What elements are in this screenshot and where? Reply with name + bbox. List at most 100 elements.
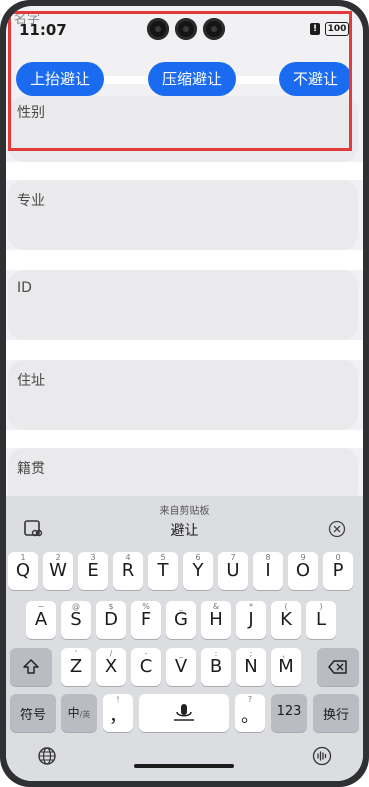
key-main: U [226,560,240,581]
key-l[interactable]: ) L [306,601,336,639]
space-key[interactable] [139,694,229,732]
field-label: 性别 [17,105,45,121]
clipboard-crop-icon[interactable] [23,519,43,539]
alert-icon: ! [310,23,320,35]
lang-sub: /英 [79,710,91,719]
raise-avoid-button[interactable]: 上抬避让 [16,62,104,96]
key-t[interactable]: 5T [148,552,178,590]
key-p[interactable]: 0P [323,552,353,590]
key-r[interactable]: 4R [113,552,143,590]
lang-main: 中 [67,706,80,720]
key-main: G [174,609,188,630]
key-main: D [104,609,118,630]
language-key[interactable]: 中/英 [61,694,97,732]
key-o[interactable]: 9O [288,552,318,590]
shift-icon [23,659,39,674]
field-label: ID [17,280,32,296]
key-g[interactable]: _ G [166,601,196,639]
key-w[interactable]: 2W [43,552,73,590]
clipboard-suggestion[interactable]: 避让 [6,520,363,540]
avoid-mode-toolbar: 上抬避让 压缩避让 不避让 [6,62,363,98]
field-label: 住址 [17,373,45,389]
compress-avoid-button[interactable]: 压缩避让 [148,62,236,96]
key-main: W [49,560,67,581]
key-n[interactable]: ; N [236,648,266,686]
field-gap [6,430,363,448]
key-a[interactable]: ~ A [26,601,56,639]
home-indicator[interactable] [134,764,234,768]
numbers-key[interactable]: 123 [271,694,307,732]
shift-key[interactable] [10,648,52,686]
key-z[interactable]: ' Z [61,648,91,686]
key-main: I [265,560,271,581]
camera-dot-icon [203,18,225,40]
backspace-key[interactable] [317,648,359,686]
field-gap [6,340,363,360]
key-f[interactable]: % F [131,601,161,639]
field-gap [6,162,363,180]
key-main: Q [15,560,31,581]
key-q[interactable]: 1Q [8,552,38,590]
key-d[interactable]: $ D [96,601,126,639]
screen: 名字 11:07 ! 100 上抬避让 压缩避让 不避让 性别 专业 ID 住址… [6,6,363,781]
key-j[interactable]: * J [236,601,266,639]
microphone-icon [174,704,194,721]
field-gender[interactable]: 性别 [8,96,358,162]
key-c[interactable]: -C [131,648,161,686]
no-avoid-button[interactable]: 不避让 [279,62,352,96]
key-label: 123 [276,704,302,719]
key-main: Y [192,560,204,581]
voice-wave-icon[interactable] [312,746,332,766]
key-main: L [315,609,327,630]
clipboard-title: 来自剪贴板 [159,506,210,517]
key-m[interactable]: 、 M [271,648,301,686]
key-main: Z [69,656,83,677]
key-main: T [157,560,169,581]
field-label: 专业 [17,193,45,209]
field-id[interactable]: ID [8,270,358,340]
field-address[interactable]: 住址 [8,360,358,430]
soft-keyboard: 来自剪贴板 避让 1Q 2W 3E 4R 5T 6Y 7U 8I 9 O 0 P… [6,496,363,781]
enter-key[interactable]: 换行 [313,694,359,732]
divider-strip [102,76,148,84]
key-main: H [209,609,223,630]
key-k[interactable]: (K [271,601,301,639]
key-main: A [34,609,48,630]
key-main: K [280,609,292,630]
key-e[interactable]: 3E [78,552,108,590]
comma-key[interactable]: !， [103,694,133,732]
key-s[interactable]: @ S [61,601,91,639]
backspace-icon [328,660,347,674]
symbols-key[interactable]: 符号 [10,694,56,732]
period-key[interactable]: ?。 [235,694,265,732]
key-x[interactable]: / X [96,648,126,686]
status-bar: 名字 11:07 ! 100 [6,6,363,46]
key-main: ， [109,706,127,727]
key-main: E [87,560,99,581]
battery-icon: 100 [325,22,349,36]
key-i[interactable]: 8I [253,552,283,590]
key-main: J [248,609,254,630]
key-main: N [244,656,258,677]
globe-icon[interactable] [37,746,57,766]
clipboard-close-icon[interactable] [328,520,346,538]
key-main: O [295,560,311,581]
key-main: S [70,609,82,630]
key-main: C [139,656,153,677]
key-label: 符号 [19,708,46,723]
key-main: M [278,656,294,677]
divider-strip [236,76,284,84]
key-main: P [332,560,344,581]
key-y[interactable]: 6Y [183,552,213,590]
key-main: F [140,609,152,630]
key-h[interactable]: & H [201,601,231,639]
key-main: B [209,656,223,677]
key-v[interactable]: _ V [166,648,196,686]
field-major[interactable]: 专业 [8,180,358,250]
key-b[interactable]: :B [201,648,231,686]
key-main: R [121,560,135,581]
field-label: 籍贯 [17,461,45,477]
key-label: 中/英 [61,704,97,721]
status-time: 11:07 [19,21,67,39]
key-u[interactable]: 7U [218,552,248,590]
